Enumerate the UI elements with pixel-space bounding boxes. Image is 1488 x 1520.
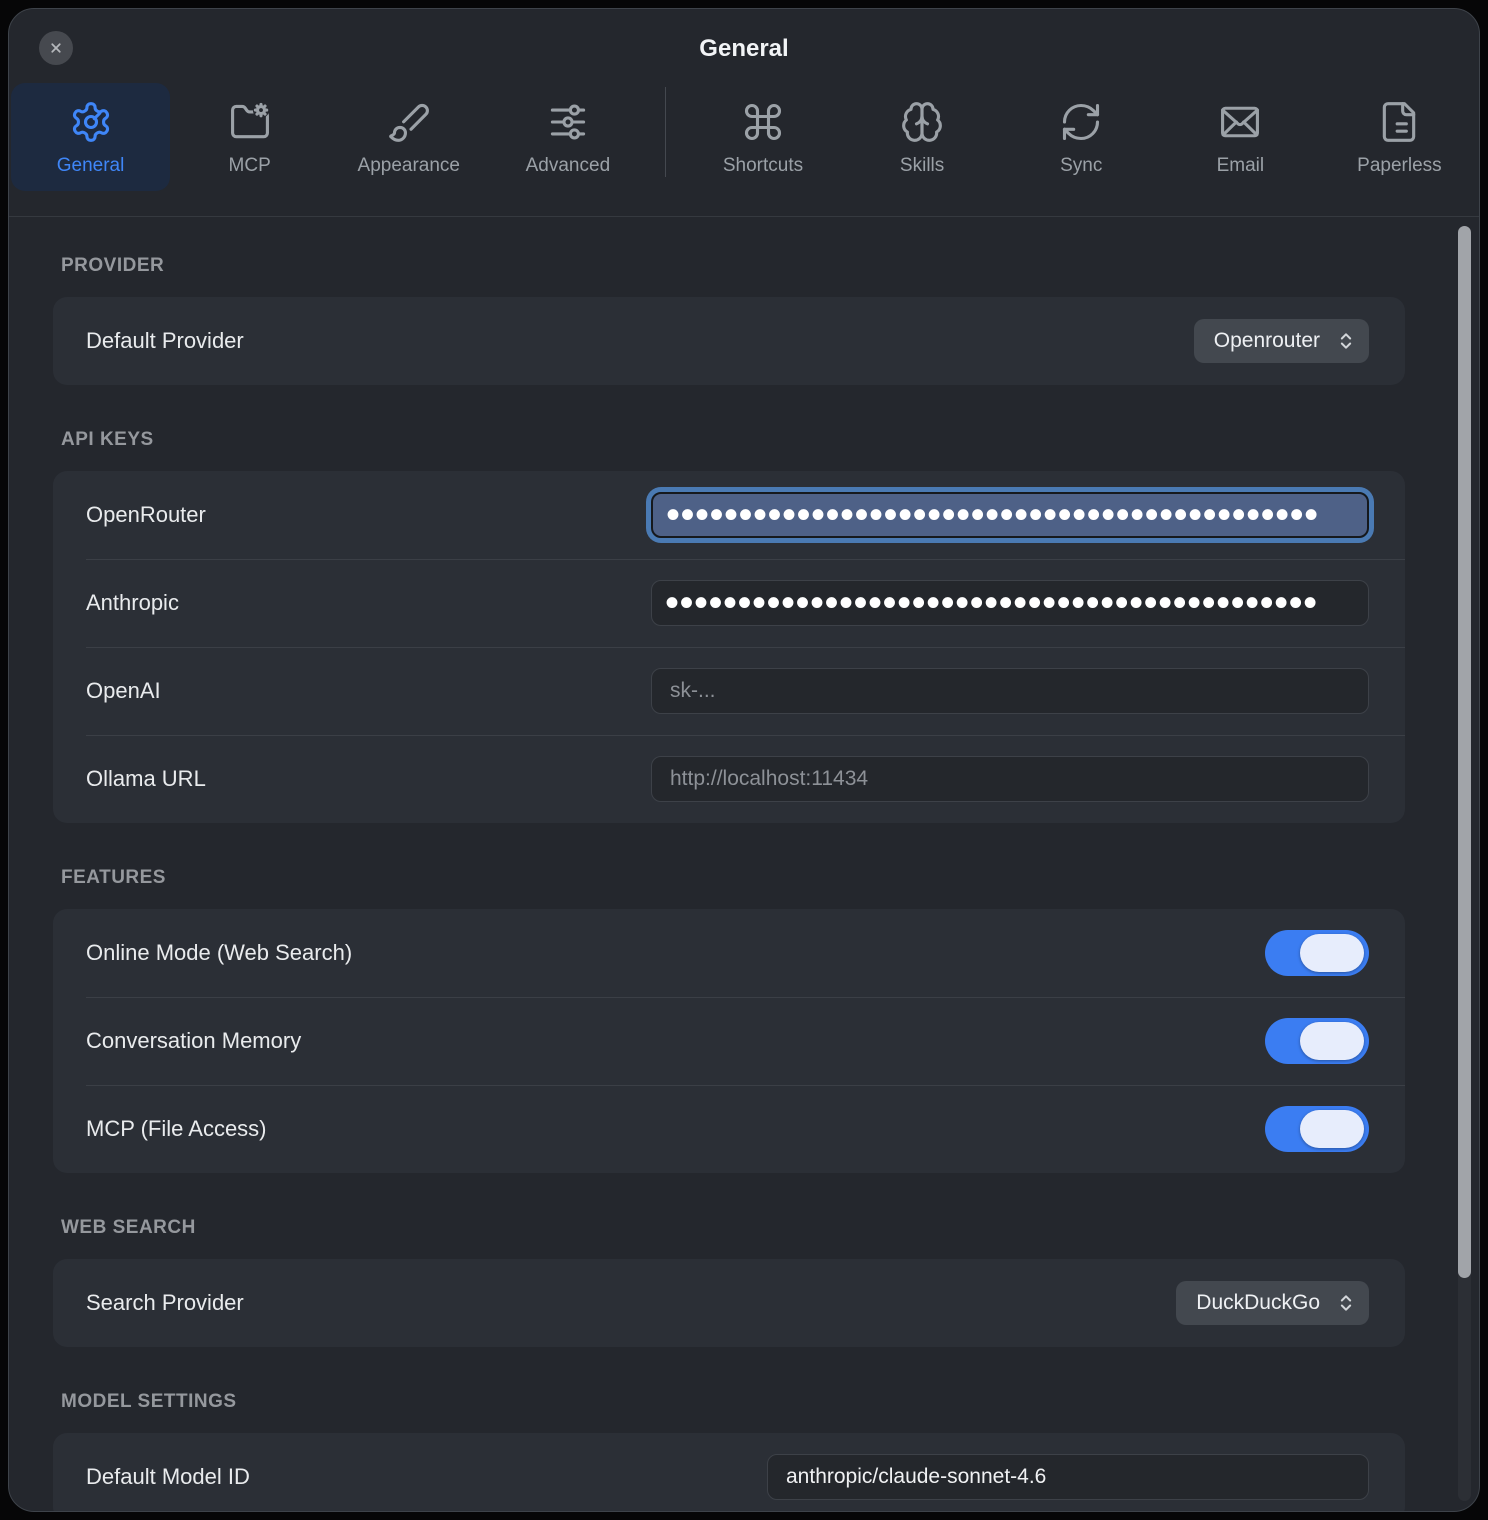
toggle-knob	[1300, 934, 1364, 972]
section-web-search: WEB SEARCH Search Provider DuckDuckGo	[53, 1217, 1405, 1347]
section-api-keys: API KEYS OpenRouter Anthropic OpenAI Oll…	[53, 429, 1405, 823]
conversation-memory-toggle[interactable]	[1265, 1018, 1369, 1064]
toggle-knob	[1300, 1110, 1364, 1148]
tab-label: General	[57, 155, 125, 177]
sliders-icon	[546, 98, 590, 146]
chevron-up-down-icon	[1336, 1293, 1356, 1313]
card: Search Provider DuckDuckGo	[53, 1259, 1405, 1347]
tab-appearance[interactable]: Appearance	[329, 83, 488, 191]
section-title: PROVIDER	[61, 255, 1405, 279]
card: OpenRouter Anthropic OpenAI Ollama URL	[53, 471, 1405, 823]
row-openrouter-key: OpenRouter	[53, 471, 1405, 559]
tab-label: Shortcuts	[723, 155, 803, 177]
folder-gear-icon	[228, 98, 272, 146]
tab-sync[interactable]: Sync	[1002, 83, 1161, 191]
row-label: Conversation Memory	[86, 1028, 301, 1054]
row-online-mode: Online Mode (Web Search)	[53, 909, 1405, 997]
tab-mcp[interactable]: MCP	[170, 83, 329, 191]
tab-general[interactable]: General	[11, 83, 170, 191]
select-value: DuckDuckGo	[1196, 1291, 1320, 1315]
select-value: Openrouter	[1214, 329, 1320, 353]
row-label: Default Provider	[86, 328, 244, 354]
default-model-id-input[interactable]	[767, 1454, 1369, 1500]
section-title: WEB SEARCH	[61, 1217, 1405, 1241]
titlebar: General	[9, 9, 1479, 81]
settings-window: General General MCP	[8, 8, 1480, 1512]
row-label: Anthropic	[86, 590, 179, 616]
openrouter-key-input[interactable]	[651, 492, 1369, 538]
row-label: Search Provider	[86, 1290, 244, 1316]
page-title: General	[9, 35, 1479, 63]
row-default-provider: Default Provider Openrouter	[53, 297, 1405, 385]
search-provider-select[interactable]: DuckDuckGo	[1176, 1281, 1369, 1325]
envelope-icon	[1218, 98, 1262, 146]
card: Default Model ID	[53, 1433, 1405, 1512]
settings-content: PROVIDER Default Provider Openrouter API…	[9, 217, 1479, 1512]
default-provider-select[interactable]: Openrouter	[1194, 319, 1369, 363]
card: Online Mode (Web Search) Conversation Me…	[53, 909, 1405, 1173]
tab-advanced[interactable]: Advanced	[488, 83, 647, 191]
tab-label: Appearance	[358, 155, 460, 177]
anthropic-key-input[interactable]	[651, 580, 1369, 626]
scrollbar-thumb[interactable]	[1458, 226, 1471, 1278]
brain-icon	[900, 98, 944, 146]
tab-shortcuts[interactable]: Shortcuts	[683, 83, 842, 191]
section-model-settings: MODEL SETTINGS Default Model ID	[53, 1391, 1405, 1512]
tab-label: Paperless	[1357, 155, 1442, 177]
section-provider: PROVIDER Default Provider Openrouter	[53, 255, 1405, 385]
row-anthropic-key: Anthropic	[53, 559, 1405, 647]
row-ollama-url: Ollama URL	[53, 735, 1405, 823]
document-icon	[1377, 98, 1421, 146]
row-label: MCP (File Access)	[86, 1116, 267, 1142]
row-default-model-id: Default Model ID	[53, 1433, 1405, 1512]
paintbrush-icon	[387, 98, 431, 146]
row-mcp-file-access: MCP (File Access)	[53, 1085, 1405, 1173]
mcp-file-access-toggle[interactable]	[1265, 1106, 1369, 1152]
row-label: Default Model ID	[86, 1464, 250, 1490]
tab-label: Skills	[900, 155, 944, 177]
openai-key-input[interactable]	[651, 668, 1369, 714]
toolbar-divider	[665, 87, 666, 177]
toolbar: General MCP Appearance	[9, 83, 1479, 191]
toggle-knob	[1300, 1022, 1364, 1060]
chevron-up-down-icon	[1336, 331, 1356, 351]
section-title: FEATURES	[61, 867, 1405, 891]
tab-paperless[interactable]: Paperless	[1320, 83, 1479, 191]
section-title: MODEL SETTINGS	[61, 1391, 1405, 1415]
row-label: Online Mode (Web Search)	[86, 940, 352, 966]
tab-label: Advanced	[526, 155, 611, 177]
card: Default Provider Openrouter	[53, 297, 1405, 385]
scrollbar-track[interactable]	[1458, 226, 1471, 1501]
tab-skills[interactable]: Skills	[843, 83, 1002, 191]
gear-icon	[69, 98, 113, 146]
row-label: Ollama URL	[86, 766, 206, 792]
sync-icon	[1059, 98, 1103, 146]
ollama-url-input[interactable]	[651, 756, 1369, 802]
row-label: OpenAI	[86, 678, 161, 704]
row-search-provider: Search Provider DuckDuckGo	[53, 1259, 1405, 1347]
tab-label: MCP	[229, 155, 271, 177]
section-title: API KEYS	[61, 429, 1405, 453]
row-label: OpenRouter	[86, 502, 206, 528]
command-icon	[741, 98, 785, 146]
row-openai-key: OpenAI	[53, 647, 1405, 735]
row-conversation-memory: Conversation Memory	[53, 997, 1405, 1085]
tab-label: Email	[1217, 155, 1265, 177]
section-features: FEATURES Online Mode (Web Search) Conver…	[53, 867, 1405, 1173]
online-mode-toggle[interactable]	[1265, 930, 1369, 976]
tab-label: Sync	[1060, 155, 1102, 177]
tab-email[interactable]: Email	[1161, 83, 1320, 191]
